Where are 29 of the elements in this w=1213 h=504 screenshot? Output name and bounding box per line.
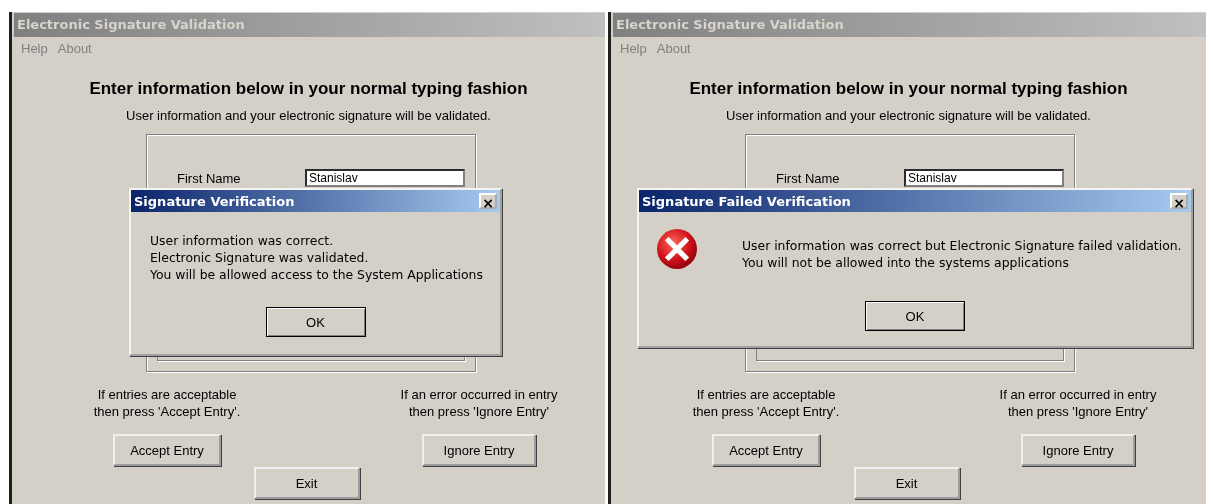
close-button[interactable]: × xyxy=(479,193,497,209)
close-button[interactable]: × xyxy=(1170,193,1188,209)
window-title: Electronic Signature Validation xyxy=(14,13,605,37)
dialog-title: Signature Verification xyxy=(134,193,295,209)
dialog-title: Signature Failed Verification xyxy=(642,193,851,209)
heading: Enter information below in your normal typing fashion xyxy=(688,79,1129,99)
instruction-text: If entries are acceptable then press 'Accept Entry'. xyxy=(93,386,241,420)
dialog-message: User information was correct. Electronic Signature was validated. You will be allowed access to the System Applications xyxy=(150,232,483,283)
dialog-message: User information was correct but Electronic Signature failed validation. You will not be allowed into the systems applications xyxy=(742,237,1182,271)
accept-button[interactable]: Accept Entry xyxy=(712,434,820,466)
window-title: Electronic Signature Validation xyxy=(613,13,1206,37)
ok-button[interactable]: OK xyxy=(865,301,965,331)
field-label: First Name xyxy=(177,170,242,186)
ignore-button[interactable]: Ignore Entry xyxy=(1021,434,1135,466)
accept-button[interactable]: Accept Entry xyxy=(113,434,221,466)
instruction-text: If entries are acceptable then press 'Accept Entry'. xyxy=(692,386,840,420)
error-icon xyxy=(656,228,698,270)
input-field[interactable]: Stanislav xyxy=(904,169,1064,187)
subtitle: User information and your electronic signature will be validated. xyxy=(125,108,492,123)
ok-button[interactable]: OK xyxy=(265,307,366,337)
input-field[interactable]: Stanislav xyxy=(305,169,465,187)
heading: Enter information below in your normal typing fashion xyxy=(88,79,529,99)
instruction-text: If an error occurred in entry then press 'Ignore Entry' xyxy=(999,386,1157,420)
field-label: First Name xyxy=(776,170,841,186)
subtitle: User information and your electronic signature will be validated. xyxy=(725,108,1092,123)
ignore-button[interactable]: Ignore Entry xyxy=(422,434,536,466)
exit-button[interactable]: Exit xyxy=(253,467,360,499)
instruction-text: If an error occurred in entry then press 'Ignore Entry' xyxy=(400,386,558,420)
exit-button[interactable]: Exit xyxy=(853,467,960,499)
